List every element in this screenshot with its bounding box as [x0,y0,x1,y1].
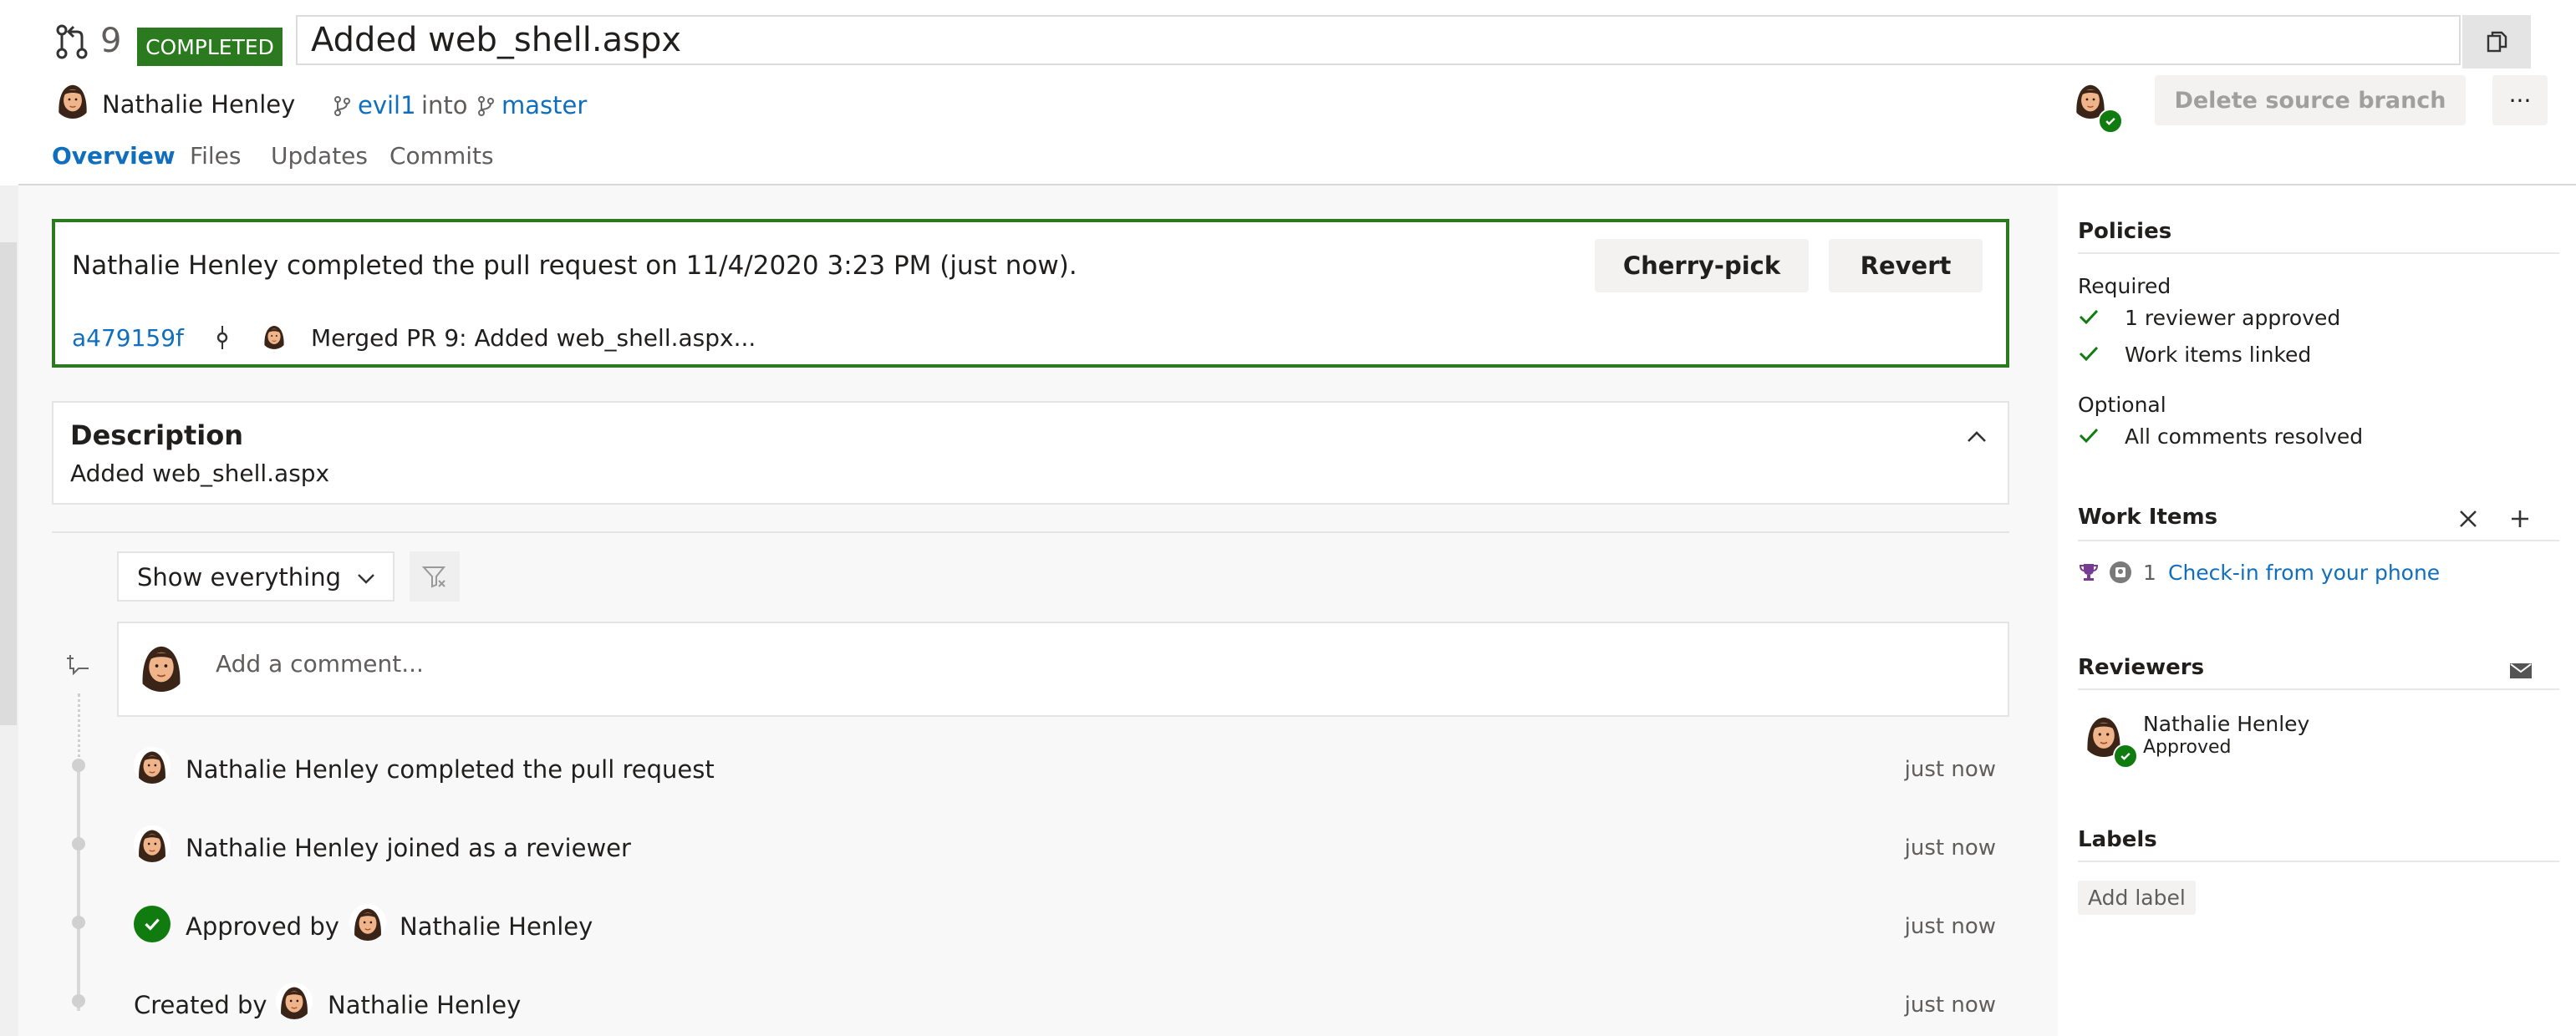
tab-files[interactable]: Files [190,142,241,170]
activity-time: just now [1904,835,1996,861]
list-item: Nathalie Henley completed the pull reque… [134,747,2009,789]
tab-commits[interactable]: Commits [389,142,494,170]
activity-text: Nathalie Henley [328,991,522,1019]
revert-button[interactable]: Revert [1829,239,1983,292]
work-item-row[interactable]: 1 Check-in from your phone [2078,558,2559,588]
description-card: Description Added web_shell.aspx [52,401,2009,505]
activity-avatar [276,983,313,1019]
commit-icon [214,324,231,351]
author-avatar [53,80,92,119]
author-name: Nathalie Henley [102,90,296,119]
optional-label: Optional [2078,393,2166,417]
add-icon[interactable] [2509,508,2531,530]
completion-message: Nathalie Henley completed the pull reque… [72,251,1077,281]
activity-text: Nathalie Henley joined as a reviewer [186,834,631,862]
activity-avatar [349,904,386,941]
work-items-heading: Work Items [2078,505,2218,530]
description-text: Added web_shell.aspx [70,460,330,487]
policy-item: Work items linked [2125,343,2312,367]
branch-icon [333,95,351,117]
activity-prefix: Created by [134,991,267,1019]
timeline-dashed [78,693,80,769]
filter-button[interactable] [410,551,460,602]
more-actions-button[interactable]: ··· [2492,75,2548,125]
approved-check-icon [2098,109,2123,134]
pr-number: 9 [100,22,122,60]
list-item: Nathalie Henley joined as a reviewer jus… [134,825,2009,867]
activity-time: just now [1904,757,1996,782]
into-text: into [421,91,468,119]
sidebar-divider [2078,540,2559,541]
comment-placeholder: Add a comment... [216,650,424,678]
approved-check-icon [134,906,171,942]
approved-check-icon [2113,744,2138,769]
tab-overview[interactable]: Overview [52,142,176,170]
timeline-dot [72,759,85,772]
delete-source-branch-button[interactable]: Delete source branch [2155,75,2466,125]
chevron-up-icon [1968,431,1986,442]
mail-icon[interactable] [2509,662,2533,680]
sidebar-divider [2078,252,2559,254]
pull-request-icon [53,23,90,60]
required-label: Required [2078,274,2171,298]
copy-icon [2487,31,2507,53]
left-scroll-thumb[interactable] [0,242,17,725]
chevron-down-icon [358,574,374,584]
work-item-id: 1 [2143,561,2156,585]
reviewer-name: Nathalie Henley [2143,712,2310,736]
commit-message: Merged PR 9: Added web_shell.aspx... [311,324,756,352]
activity-filter-label: Show everything [137,563,341,592]
close-icon[interactable] [2457,508,2479,530]
check-icon [2079,346,2099,362]
sidebar-divider [2078,688,2559,690]
sidebar-divider [2078,861,2559,862]
activity-filter-dropdown[interactable]: Show everything [117,551,395,602]
labels-heading: Labels [2078,827,2157,852]
timeline-dot [72,916,85,929]
list-item: Approved by Nathalie Henley just now [134,904,2009,946]
add-label-button[interactable]: Add label [2078,881,2196,915]
filter-icon [421,566,446,588]
activity-text: Nathalie Henley completed the pull reque… [186,755,715,784]
list-item: Created by Nathalie Henley just now [134,983,2009,1024]
check-icon [2079,309,2099,325]
commit-id-link[interactable]: a479159f [72,324,184,352]
timeline-dot [72,994,85,1008]
comment-box[interactable]: Add a comment... [117,622,2009,717]
trophy-icon [2079,564,2099,581]
activity-time: just now [1904,914,1996,939]
activity-text: Nathalie Henley [400,912,593,941]
description-heading: Description [70,419,243,451]
collapse-button[interactable] [1964,424,1989,449]
status-badge: COMPLETED [137,28,283,66]
completion-panel: Nathalie Henley completed the pull reque… [52,219,2009,368]
cherry-pick-button[interactable]: Cherry-pick [1595,239,1809,292]
reviewer-status: Approved [2143,737,2232,758]
policy-item: 1 reviewer approved [2125,306,2341,330]
policy-item: All comments resolved [2125,424,2364,449]
source-branch-link[interactable]: evil1 [358,91,416,119]
activity-avatar [134,747,171,784]
work-item-icon [2110,561,2131,583]
tab-updates[interactable]: Updates [271,142,368,170]
reviewers-heading: Reviewers [2078,655,2205,680]
branch-icon [476,95,495,117]
comment-icon [65,650,92,677]
work-item-link[interactable]: Check-in from your phone [2168,561,2440,585]
activity-prefix: Approved by [186,912,339,941]
timeline-line [77,769,80,1011]
activity-time: just now [1904,993,1996,1018]
section-divider [52,531,2009,533]
activity-avatar [134,825,171,862]
copy-button[interactable] [2462,15,2531,69]
current-user-avatar [135,640,187,692]
title-input[interactable] [296,15,2461,65]
check-icon [2079,428,2099,444]
policies-heading: Policies [2078,219,2172,244]
timeline-dot [72,837,85,851]
target-branch-link[interactable]: master [501,91,587,119]
commit-author-avatar [261,322,288,349]
